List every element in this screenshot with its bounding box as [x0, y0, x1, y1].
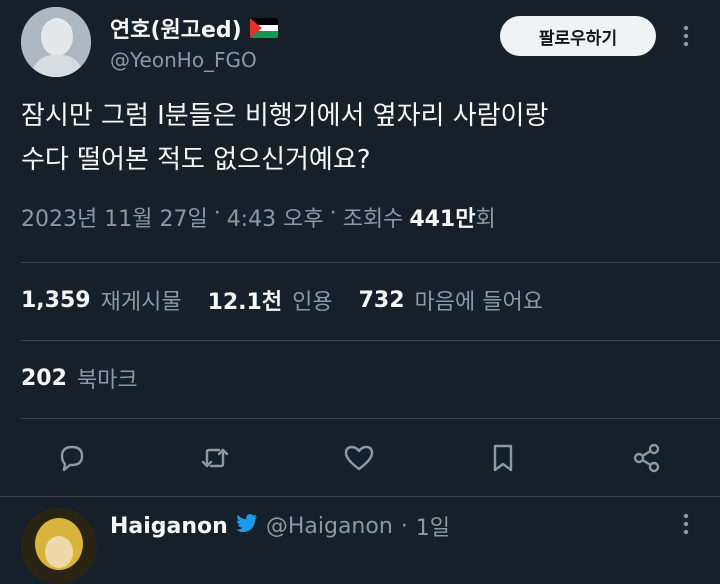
author-name-row: 연호(원고ed) [110, 12, 278, 44]
retweet-count[interactable]: 1,359 [21, 288, 91, 313]
tweet-text: 잠시만 그럼 I분들은 비행기에서 옆자리 사람이랑 수다 떨어본 적도 없으신… [21, 94, 701, 182]
tweet-line-1: 잠시만 그럼 I분들은 비행기에서 옆자리 사람이랑 [21, 101, 549, 131]
tweet-date[interactable]: 2023년 11월 27일 [21, 201, 208, 233]
reply-author-handle[interactable]: @Haiganon [266, 514, 393, 539]
quote-count[interactable]: 12.1천 [208, 284, 283, 316]
bookmark-stats: 202 북마크 [21, 362, 164, 394]
palestine-flag-icon [249, 18, 278, 38]
reply-header: Haiganon @Haiganon · 1일 [110, 510, 450, 542]
reply-author-name[interactable]: Haiganon [110, 514, 228, 539]
like-label[interactable]: 마음에 들어요 [415, 284, 543, 316]
divider [21, 340, 720, 341]
views-count: 441만 [409, 207, 476, 232]
engagement-stats: 1,359 재게시물 12.1천 인용 732 마음에 들어요 [21, 284, 569, 316]
divider [0, 496, 720, 497]
reply-icon[interactable] [52, 438, 92, 478]
tweet-time[interactable]: 4:43 오후 [227, 201, 324, 233]
more-icon[interactable] [676, 510, 696, 538]
divider [21, 262, 720, 263]
retweet-label[interactable]: 재게시물 [101, 284, 182, 316]
divider [21, 418, 720, 419]
bookmark-count[interactable]: 202 [21, 366, 67, 391]
tweet-line-2: 수다 떨어본 적도 없으신거예요? [21, 145, 371, 175]
tweet-meta: 2023년 11월 27일 · 4:43 오후 · 조회수 441만회 [21, 201, 496, 233]
meta-separator: · [329, 201, 337, 226]
like-icon[interactable] [339, 438, 379, 478]
reply-separator: · [400, 513, 408, 539]
follow-button[interactable]: 팔로우하기 [500, 16, 656, 56]
quote-label[interactable]: 인용 [292, 284, 332, 316]
bookmark-label[interactable]: 북마크 [77, 362, 138, 394]
author-avatar[interactable] [21, 7, 91, 77]
reply-avatar[interactable] [21, 508, 97, 584]
views-suffix: 회 [475, 207, 496, 232]
share-icon[interactable] [627, 438, 667, 478]
retweet-icon[interactable] [195, 438, 235, 478]
more-icon[interactable] [676, 22, 696, 50]
author-name[interactable]: 연호(원고ed) [110, 12, 242, 44]
reply-time[interactable]: 1일 [416, 510, 450, 542]
author-handle[interactable]: @YeonHo_FGO [110, 48, 257, 72]
like-count[interactable]: 732 [359, 288, 405, 313]
verified-icon [235, 513, 258, 539]
meta-separator: · [213, 201, 221, 226]
bookmark-icon[interactable] [483, 438, 523, 478]
views-label: 조회수 [342, 207, 404, 232]
